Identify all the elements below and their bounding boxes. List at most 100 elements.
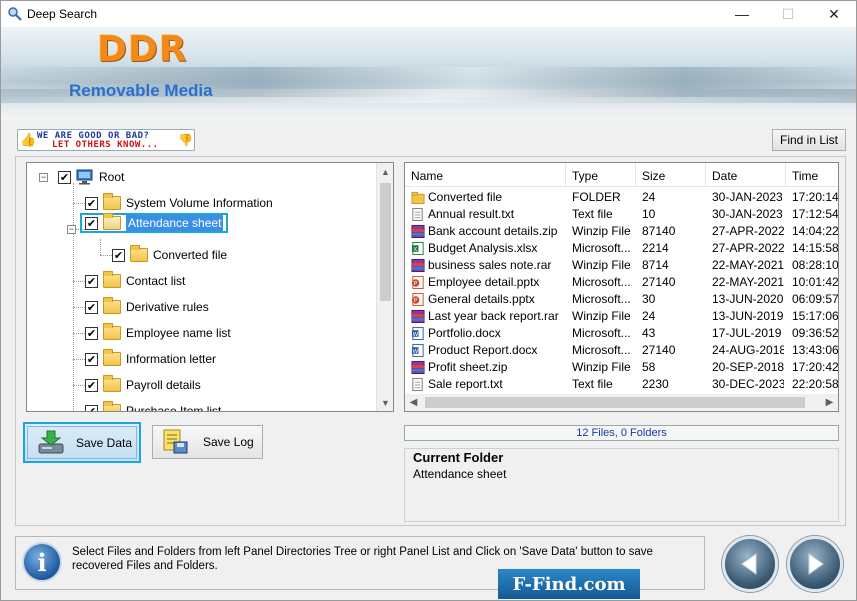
column-header-type[interactable]: Type [566, 163, 636, 187]
tree-connector [73, 307, 85, 308]
current-folder-title: Current Folder [413, 450, 504, 465]
tree-item-root[interactable]: ✔ Root [58, 167, 124, 187]
cell-type: Microsoft... [572, 241, 631, 255]
cell-name: business sales note.rar [428, 258, 552, 272]
cell-time: 14:15:58 [792, 241, 839, 255]
column-header-size[interactable]: Size [636, 163, 706, 187]
tree-checkbox[interactable]: ✔ [85, 196, 98, 210]
zip-file-icon [411, 360, 425, 375]
scroll-up-icon[interactable]: ▲ [377, 163, 393, 180]
word-file-icon: W [411, 326, 424, 341]
tree-connector [73, 183, 74, 411]
current-folder-value: Attendance sheet [413, 467, 507, 481]
cell-name: Annual result.txt [428, 207, 515, 221]
scroll-thumb[interactable] [380, 183, 391, 301]
tree-item-converted-file[interactable]: ✔ Converted file [112, 245, 227, 265]
list-row[interactable]: Annual result.txt Text file 10 30-JAN-2023 1… [405, 206, 838, 223]
cell-time: 17:20:14 [792, 190, 839, 204]
text-file-icon [412, 377, 423, 392]
cell-time: 10:01:42 [792, 275, 839, 289]
tree-item-purchase-item-list[interactable]: ✔ Purchase Item list [85, 401, 221, 411]
tree-item-information-letter[interactable]: ✔ Information letter [85, 349, 216, 369]
list-row[interactable]: Profit sheet.zip Winzip File 58 20-SEP-2018… [405, 359, 838, 376]
cell-date: 27-APR-2022 [712, 241, 784, 255]
cell-size: 58 [642, 360, 656, 374]
list-row[interactable]: Bank account details.zip Winzip File 87140… [405, 223, 838, 240]
text-file-icon [412, 207, 423, 222]
file-count-status: 12 Files, 0 Folders [404, 425, 839, 441]
cell-type: Microsoft... [572, 292, 631, 306]
cell-size: 2214 [642, 241, 669, 255]
cell-name: Employee detail.pptx [428, 275, 540, 289]
file-list[interactable]: Name Type Size Date Time Converted file F… [404, 162, 839, 412]
list-row[interactable]: W Portfolio.docx Microsoft... 43 17-JUL-2019… [405, 325, 838, 342]
collapse-toggle[interactable]: − [39, 173, 48, 182]
cell-type: Winzip File [572, 360, 631, 374]
tree-checkbox[interactable]: ✔ [85, 404, 98, 411]
tree-checkbox[interactable]: ✔ [85, 378, 98, 392]
app-window: Deep Search — ☐ ✕ DDR Removable Media 👍 … [0, 0, 857, 601]
list-row[interactable]: Sale report.txt Text file 2230 30-DEC-2023 2… [405, 376, 838, 393]
list-row[interactable]: Converted file FOLDER 24 30-JAN-2023 17:20:1… [405, 189, 838, 206]
scroll-left-icon[interactable]: ◀ [405, 394, 422, 411]
tree-vertical-scrollbar[interactable]: ▲ ▼ [376, 163, 393, 411]
tree-checkbox[interactable]: ✔ [85, 216, 98, 230]
cell-date: 22-MAY-2021 [712, 258, 784, 272]
excel-file-icon: X [411, 241, 424, 256]
word-file-icon: W [411, 343, 424, 358]
zip-file-icon [411, 258, 425, 273]
scroll-down-icon[interactable]: ▼ [377, 394, 393, 411]
scroll-thumb[interactable] [425, 397, 805, 408]
ddr-logo: DDR [97, 29, 188, 70]
tree-checkbox[interactable]: ✔ [85, 300, 98, 314]
scroll-right-icon[interactable]: ▶ [821, 394, 838, 411]
list-horizontal-scrollbar[interactable]: ◀ ▶ [405, 394, 838, 411]
list-row[interactable]: Last year back report.rar Winzip File 24 13… [405, 308, 838, 325]
tree-checkbox[interactable]: ✔ [112, 248, 125, 262]
tree-item-payroll-details[interactable]: ✔ Payroll details [85, 375, 201, 395]
list-header: Name Type Size Date Time [405, 163, 838, 187]
directory-tree[interactable]: − ✔ Root ✔ System Volume Information − ✔… [26, 162, 394, 412]
save-data-button[interactable]: Save Data [23, 422, 141, 463]
back-button[interactable] [722, 536, 778, 592]
close-button[interactable]: ✕ [811, 1, 857, 27]
column-header-time[interactable]: Time [786, 163, 838, 187]
cell-date: 30-DEC-2023 [712, 377, 784, 391]
column-header-name[interactable]: Name [405, 163, 566, 187]
feedback-button[interactable]: 👍 WE ARE GOOD OR BAD? LET OTHERS KNOW...… [17, 129, 195, 151]
save-log-button[interactable]: Save Log [152, 425, 263, 459]
cell-type: Text file [572, 207, 613, 221]
minimize-button[interactable]: — [719, 1, 765, 27]
collapse-toggle[interactable]: − [67, 225, 76, 234]
next-button[interactable] [787, 536, 843, 592]
column-header-date[interactable]: Date [706, 163, 786, 187]
list-row[interactable]: P General details.pptx Microsoft... 30 13-JU… [405, 291, 838, 308]
list-row[interactable]: X Budget Analysis.xlsx Microsoft... 2214 27-… [405, 240, 838, 257]
find-in-list-button[interactable]: Find in List [772, 129, 846, 151]
log-document-icon [163, 429, 188, 454]
cell-date: 27-APR-2022 [712, 224, 784, 238]
cell-time: 13:43:06 [792, 343, 839, 357]
tree-checkbox[interactable]: ✔ [85, 274, 98, 288]
powerpoint-file-icon: P [411, 275, 424, 290]
tree-item-employee-name-list[interactable]: ✔ Employee name list [85, 323, 231, 343]
tree-item-contact-list[interactable]: ✔ Contact list [85, 271, 185, 291]
tree-checkbox[interactable]: ✔ [85, 352, 98, 366]
tree-checkbox[interactable]: ✔ [85, 326, 98, 340]
list-row[interactable]: W Product Report.docx Microsoft... 27140 24-… [405, 342, 838, 359]
tree-item-attendance-sheet[interactable]: ✔ Attendance sheet [80, 213, 229, 233]
save-log-label: Save Log [203, 435, 254, 449]
computer-icon [76, 169, 93, 185]
folder-icon [103, 193, 121, 210]
cell-size: 30 [642, 292, 656, 306]
tree-item-system-volume-information[interactable]: ✔ System Volume Information [85, 193, 273, 213]
cell-date: 13-JUN-2019 [712, 309, 784, 323]
tree-checkbox[interactable]: ✔ [58, 170, 71, 184]
list-row[interactable]: P Employee detail.pptx Microsoft... 27140 22… [405, 274, 838, 291]
tree-item-derivative-rules[interactable]: ✔ Derivative rules [85, 297, 209, 317]
maximize-button[interactable]: ☐ [765, 1, 811, 27]
list-row[interactable]: business sales note.rar Winzip File 8714 22… [405, 257, 838, 274]
current-folder-panel: Current Folder Attendance sheet [404, 448, 839, 522]
folder-icon [103, 323, 121, 340]
tree-connector [73, 385, 85, 386]
